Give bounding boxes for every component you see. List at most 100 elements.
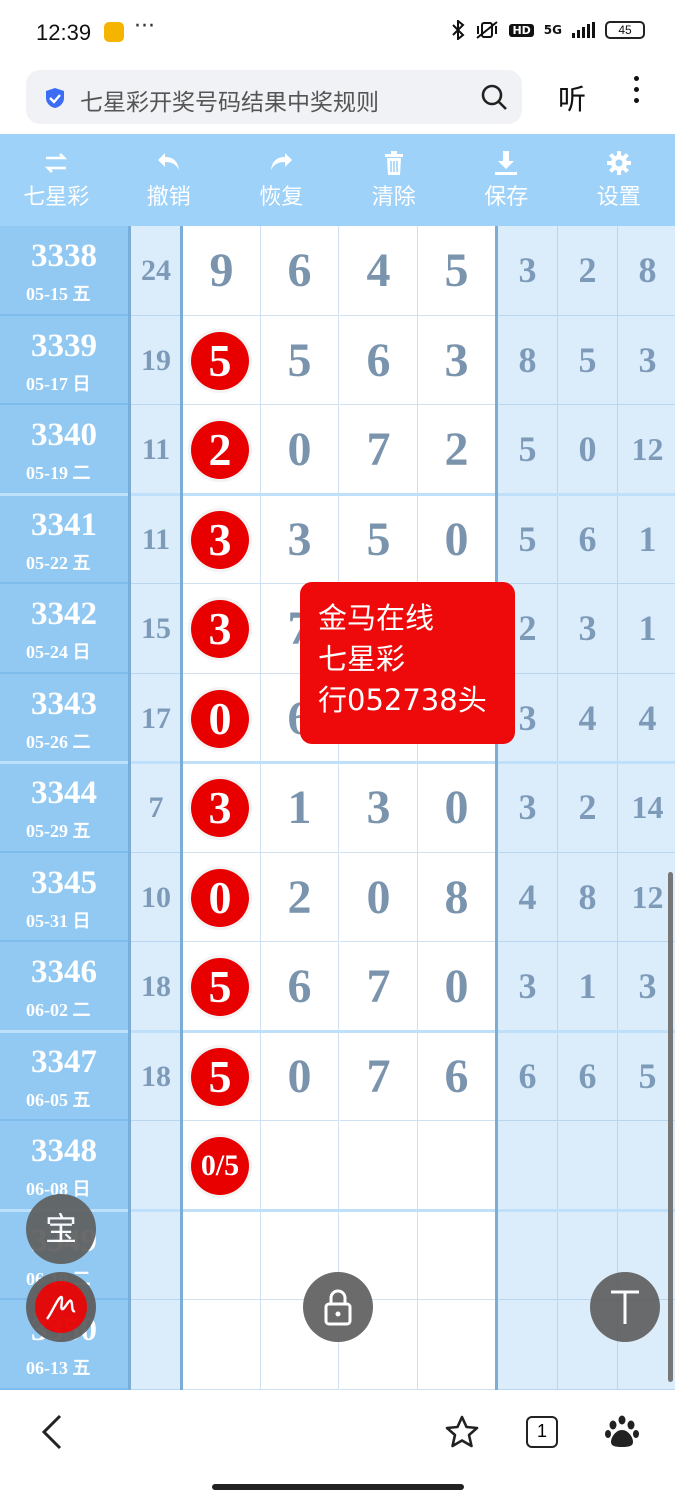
digit-cell[interactable] (340, 1121, 418, 1211)
digit-cell[interactable] (418, 1210, 496, 1300)
treasure-button[interactable]: 宝 (26, 1194, 96, 1264)
tail-digit-cell[interactable]: 6 (558, 494, 618, 584)
first-digit-cell[interactable]: 0 (183, 852, 261, 942)
digit-cell[interactable]: 0 (261, 405, 339, 495)
scrollbar[interactable] (668, 872, 673, 1382)
tail-digit-cell[interactable]: 4 (618, 673, 675, 763)
tail-digit-cell[interactable]: 12 (618, 405, 675, 495)
notification-app-icon (104, 22, 124, 42)
more-menu-icon[interactable] (630, 76, 642, 116)
tail-digit-cell[interactable]: 3 (618, 942, 675, 1032)
digit-cell[interactable]: 8 (418, 852, 496, 942)
toolbar-lottery-switch[interactable]: 七星彩 (0, 134, 113, 226)
first-digit-cell[interactable]: 5 (183, 1031, 261, 1121)
sum-cell: 18 (131, 942, 181, 1032)
chart-toolbar: 七星彩 撤销 恢复 清除 保存 设置 (0, 134, 675, 226)
table-row: 3340 05-19 二 11 2 0 7 2 5 0 12 (0, 405, 675, 495)
first-digit-cell[interactable]: 5 (183, 942, 261, 1032)
digit-cell[interactable]: 6 (418, 1031, 496, 1121)
tail-digit-cell[interactable]: 5 (498, 494, 558, 584)
digit-cell[interactable]: 7 (340, 405, 418, 495)
paw-icon[interactable] (604, 1414, 640, 1450)
tail-digit-cell[interactable]: 5 (558, 315, 618, 405)
tail-digit-cell[interactable]: 12 (618, 852, 675, 942)
tail-digit-cell[interactable]: 4 (498, 852, 558, 942)
ad-popup[interactable]: 金马在线 七星彩 行052738头 (300, 582, 515, 744)
digit-cell[interactable]: 2 (261, 852, 339, 942)
toolbar-clear-button[interactable]: 清除 (338, 134, 451, 226)
digit-cell[interactable] (418, 1121, 496, 1211)
digit-cell[interactable]: 4 (340, 226, 418, 316)
digit-cell[interactable]: 5 (340, 494, 418, 584)
digit-cell[interactable]: 3 (340, 763, 418, 853)
tail-digit-cell[interactable]: 3 (558, 584, 618, 674)
digit-cell[interactable]: 6 (261, 226, 339, 316)
tail-digit-cell[interactable]: 8 (618, 226, 675, 316)
tail-digit-cell[interactable] (498, 1210, 558, 1300)
search-icon[interactable] (480, 83, 508, 111)
digit-cell[interactable]: 3 (418, 315, 496, 405)
first-digit-cell[interactable] (183, 1210, 261, 1300)
tail-digit-cell[interactable]: 2 (558, 226, 618, 316)
first-digit-cell[interactable] (183, 1300, 261, 1390)
tail-digit-cell[interactable]: 1 (618, 584, 675, 674)
digit-cell[interactable] (418, 1300, 496, 1390)
digit-cell[interactable]: 5 (418, 226, 496, 316)
tail-digit-cell[interactable]: 1 (558, 942, 618, 1032)
first-digit-cell[interactable]: 3 (183, 584, 261, 674)
digit-cell[interactable] (261, 1121, 339, 1211)
digit-cell[interactable]: 3 (261, 494, 339, 584)
tail-digit-cell[interactable] (498, 1121, 558, 1211)
tail-digit-cell[interactable]: 14 (618, 763, 675, 853)
tail-digit-cell[interactable]: 3 (498, 763, 558, 853)
digit-cell[interactable]: 7 (340, 942, 418, 1032)
tail-digit-cell[interactable] (498, 1300, 558, 1390)
digit-cell[interactable]: 5 (261, 315, 339, 405)
tail-digit-cell[interactable] (618, 1121, 675, 1211)
table-row: 3346 06-02 二 18 5 6 7 0 3 1 3 (0, 942, 675, 1032)
first-digit-cell[interactable]: 9 (183, 226, 261, 316)
first-digit-cell[interactable]: 3 (183, 494, 261, 584)
back-icon[interactable] (38, 1412, 66, 1452)
tail-digit-cell[interactable]: 0 (558, 405, 618, 495)
lock-button[interactable] (303, 1272, 373, 1342)
first-digit-cell[interactable]: 2 (183, 405, 261, 495)
tail-digit-cell[interactable]: 1 (618, 494, 675, 584)
tail-digit-cell[interactable]: 3 (618, 315, 675, 405)
digit-cell[interactable]: 0 (418, 494, 496, 584)
first-digit-cell[interactable]: 0/5 (183, 1121, 261, 1211)
digit-cell[interactable]: 7 (340, 1031, 418, 1121)
scroll-to-top-button[interactable] (590, 1272, 660, 1342)
tail-digit-cell[interactable]: 3 (498, 942, 558, 1032)
tail-digit-cell[interactable]: 2 (558, 763, 618, 853)
search-input[interactable]: 七星彩开奖号码结果中奖规则 (26, 70, 522, 124)
first-digit-cell[interactable]: 0 (183, 673, 261, 763)
toolbar-redo-button[interactable]: 恢复 (225, 134, 338, 226)
digit-cell[interactable]: 6 (340, 315, 418, 405)
tail-digit-cell[interactable] (558, 1121, 618, 1211)
digit-cell[interactable]: 1 (261, 763, 339, 853)
digit-cell[interactable]: 6 (261, 942, 339, 1032)
tail-digit-cell[interactable]: 4 (558, 673, 618, 763)
digit-cell[interactable]: 0 (418, 942, 496, 1032)
tail-digit-cell[interactable]: 3 (498, 226, 558, 316)
tail-digit-cell[interactable]: 5 (618, 1031, 675, 1121)
tail-digit-cell[interactable]: 8 (558, 852, 618, 942)
first-digit-cell[interactable]: 3 (183, 763, 261, 853)
tail-digit-cell[interactable]: 5 (498, 405, 558, 495)
toolbar-save-button[interactable]: 保存 (450, 134, 563, 226)
tail-digit-cell[interactable]: 6 (558, 1031, 618, 1121)
toolbar-settings-button[interactable]: 设置 (563, 134, 675, 226)
tabs-button[interactable]: 1 (526, 1416, 558, 1448)
handwriting-button[interactable] (26, 1272, 96, 1342)
toolbar-undo-button[interactable]: 撤销 (113, 134, 226, 226)
digit-cell[interactable]: 0 (340, 852, 418, 942)
first-digit-cell[interactable]: 5 (183, 315, 261, 405)
digit-cell[interactable]: 0 (418, 763, 496, 853)
tail-digit-cell[interactable]: 8 (498, 315, 558, 405)
tail-digit-cell[interactable]: 6 (498, 1031, 558, 1121)
digit-cell[interactable]: 2 (418, 405, 496, 495)
digit-cell[interactable]: 0 (261, 1031, 339, 1121)
star-icon[interactable] (444, 1414, 480, 1450)
listen-button[interactable]: 听 (558, 78, 586, 118)
